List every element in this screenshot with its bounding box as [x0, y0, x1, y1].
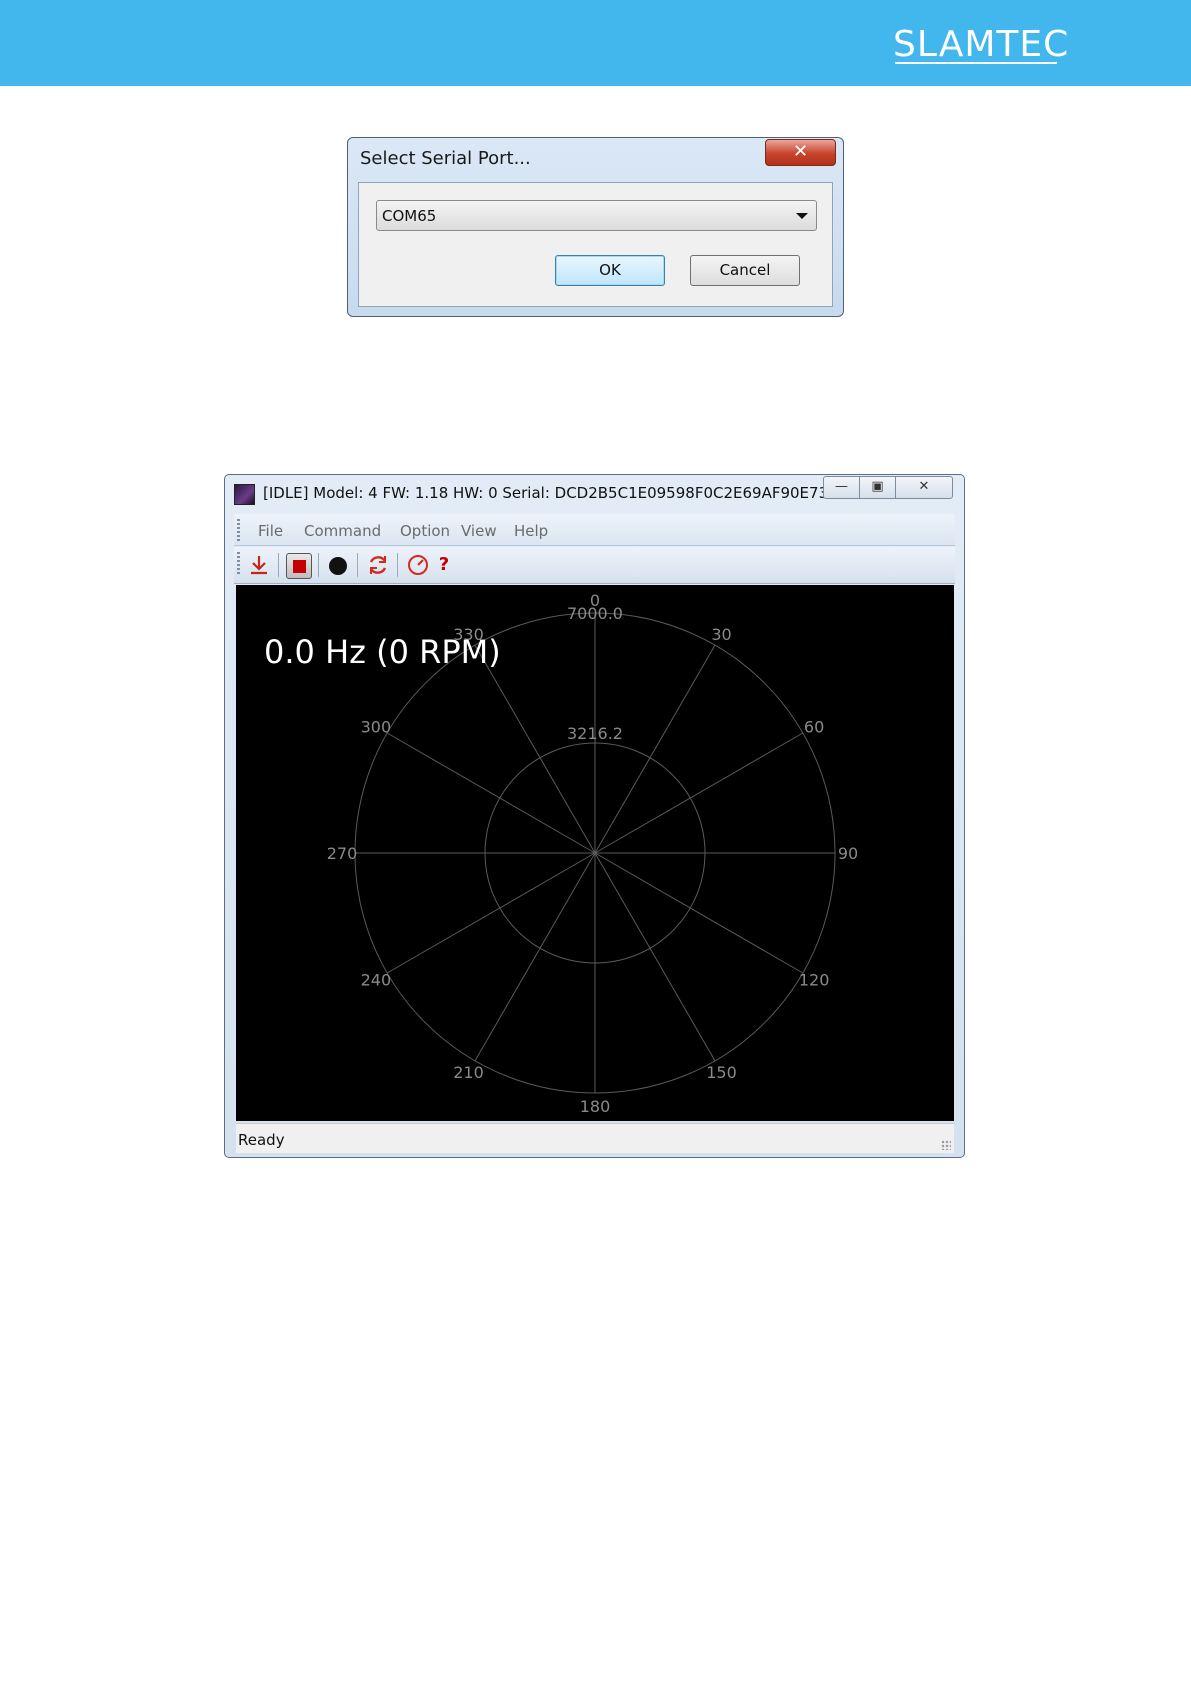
angle-label-60: 60 [804, 718, 824, 737]
angle-label-210: 210 [453, 1063, 484, 1082]
logo-underline [895, 62, 1057, 64]
window-close-button[interactable]: ✕ [895, 476, 953, 499]
dialog-title: Select Serial Port... [360, 148, 531, 169]
outer-radius-label: 7000.0 [567, 604, 623, 623]
resize-grip[interactable] [941, 1140, 951, 1150]
app-icon [234, 484, 255, 505]
angle-label-300: 300 [361, 718, 392, 737]
close-icon: ✕ [918, 479, 930, 494]
angle-label-270: 270 [327, 844, 358, 863]
angle-label-90: 90 [838, 844, 858, 863]
maximize-icon: ▣ [871, 479, 884, 494]
status-bar: Ready [236, 1123, 954, 1153]
menu-grip[interactable] [237, 519, 240, 541]
toolbar-separator [318, 553, 319, 577]
menu-view[interactable]: View [461, 522, 497, 540]
spoke-60 [594, 732, 804, 854]
help-button[interactable]: ? [431, 553, 457, 579]
close-icon: ✕ [792, 141, 809, 162]
polar-plot-area: 0 30 60 90 120 150 180 210 240 270 300 330 7000.0 321… [236, 585, 954, 1121]
help-icon: ? [438, 554, 450, 575]
toolbar-separator [278, 553, 279, 577]
angle-label-30: 30 [711, 625, 731, 644]
slamtec-logo: SLAMTEC [893, 24, 1070, 65]
serial-port-value: COM65 [382, 207, 437, 225]
gauge-icon [408, 555, 428, 575]
angle-label-180: 180 [580, 1097, 611, 1116]
toolbar: ? [234, 547, 955, 584]
menu-command[interactable]: Command [304, 522, 381, 540]
menu-option[interactable]: Option [400, 522, 450, 540]
scan-button[interactable] [325, 553, 351, 579]
menu-help[interactable]: Help [514, 522, 548, 540]
main-window: [IDLE] Model: 4 FW: 1.18 HW: 0 Serial: D… [224, 474, 965, 1158]
angle-label-240: 240 [361, 971, 392, 990]
spoke-210 [474, 852, 596, 1062]
download-button[interactable] [246, 553, 272, 579]
toolbar-separator [357, 553, 358, 577]
toolbar-grip[interactable] [237, 552, 240, 574]
stop-icon [293, 560, 306, 573]
gauge-button[interactable] [405, 553, 431, 579]
spoke-330 [474, 644, 596, 854]
menu-file[interactable]: File [258, 522, 283, 540]
chevron-down-icon [796, 213, 808, 219]
angle-label-150: 150 [706, 1063, 737, 1082]
inner-radius-label: 3216.2 [567, 724, 623, 743]
spoke-150 [594, 852, 716, 1062]
dialog-body: COM65 OK Cancel [358, 182, 833, 307]
select-serial-port-dialog: Select Serial Port... ✕ COM65 OK Cancel [347, 137, 844, 317]
dialog-close-button[interactable]: ✕ [765, 139, 836, 166]
stop-button[interactable] [286, 553, 312, 579]
minimize-icon: — [835, 479, 848, 494]
toolbar-separator [397, 553, 398, 577]
status-text: Ready [238, 1131, 285, 1149]
angle-label-120: 120 [799, 971, 830, 990]
ok-button[interactable]: OK [555, 255, 665, 286]
spoke-120 [594, 852, 804, 974]
header-banner: SLAMTEC [0, 0, 1191, 86]
cancel-button[interactable]: Cancel [690, 255, 800, 286]
spoke-30 [594, 644, 716, 854]
spoke-240 [386, 852, 596, 974]
download-icon [251, 556, 267, 575]
maximize-button[interactable]: ▣ [859, 476, 896, 499]
scan-icon [329, 557, 347, 575]
spoke-300 [386, 732, 596, 854]
frequency-readout: 0.0 Hz (0 RPM) [264, 633, 501, 671]
minimize-button[interactable]: — [823, 476, 860, 499]
menu-bar: File Command Option View Help [234, 514, 955, 546]
refresh-button[interactable] [365, 553, 391, 579]
refresh-icon [369, 556, 387, 574]
window-title: [IDLE] Model: 4 FW: 1.18 HW: 0 Serial: D… [263, 484, 868, 502]
serial-port-select[interactable]: COM65 [376, 200, 817, 231]
